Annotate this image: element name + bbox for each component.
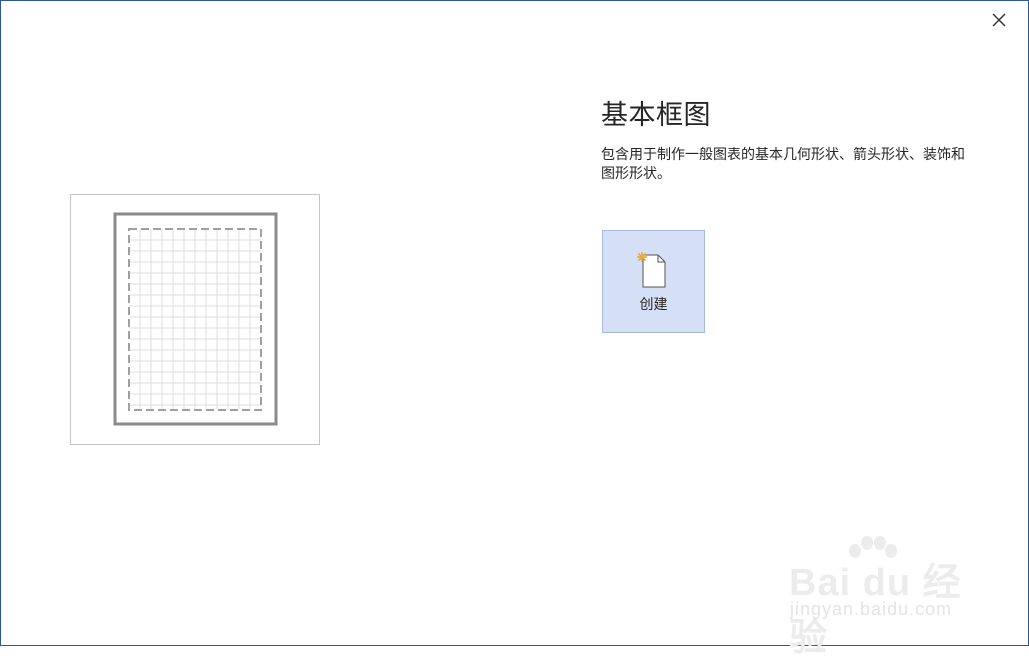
watermark: Bai du 经验 jingyan.baidu.com xyxy=(787,531,987,659)
new-diagram-dialog: 基本框图 包含用于制作一般图表的基本几何形状、箭头形状、装饰和图形形状。 创建 … xyxy=(0,0,1029,659)
close-icon xyxy=(992,13,1006,27)
close-button[interactable] xyxy=(987,9,1011,31)
template-title: 基本框图 xyxy=(601,100,711,131)
template-description: 包含用于制作一般图表的基本几何形状、箭头形状、装饰和图形形状。 xyxy=(601,147,965,182)
template-preview xyxy=(70,194,320,445)
create-button[interactable]: 创建 xyxy=(602,230,705,333)
page-grid-preview xyxy=(113,212,278,426)
watermark-url: jingyan.baidu.com xyxy=(790,599,953,619)
create-button-label: 创建 xyxy=(639,297,668,313)
new-document-icon xyxy=(637,252,666,288)
